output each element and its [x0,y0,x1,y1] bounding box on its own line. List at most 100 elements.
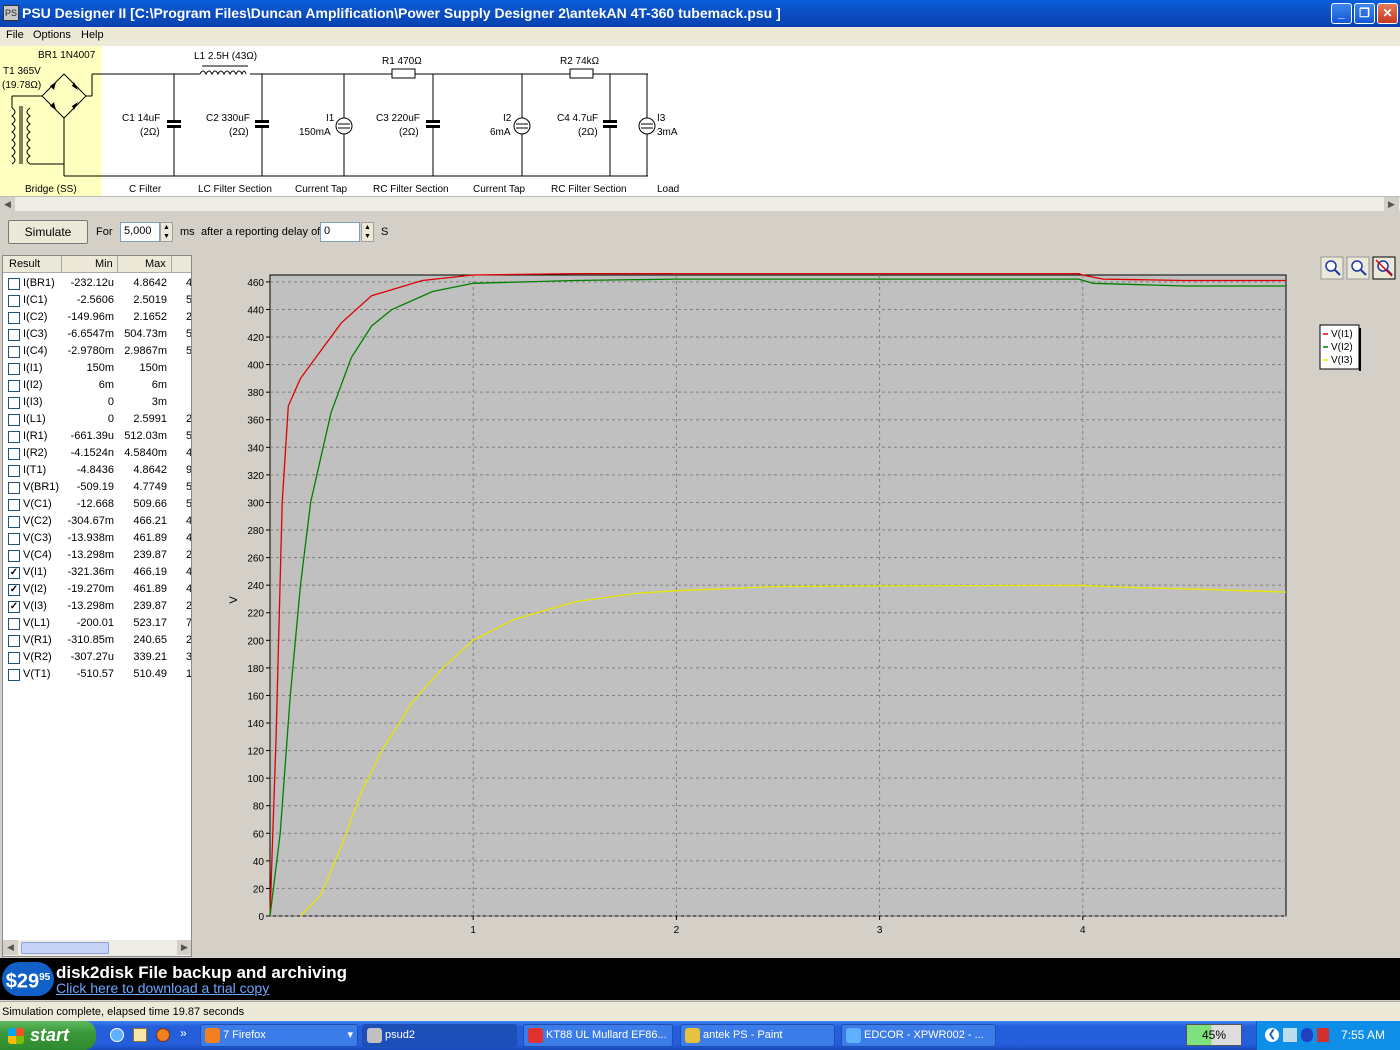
title-bar[interactable]: PS PSU Designer II [C:\Program Files\Dun… [0,0,1400,27]
app-icon[interactable]: PS [3,5,19,21]
outlook-icon[interactable] [133,1028,147,1042]
table-row[interactable]: I(R1) -661.39u 512.03m 512 [3,428,191,445]
column-max[interactable]: Max [145,258,166,270]
table-row[interactable]: I(C4) -2.9780m 2.9867m 5.9 [3,343,191,360]
zoom-out-icon[interactable] [1351,260,1363,272]
row-checkbox[interactable] [8,652,20,664]
task-firefox[interactable]: 7 Firefox ▾ [200,1024,358,1047]
voltage-chart[interactable]: 0 20 40 60 80 100 120 140 160 180 200 220 240 260 280 3… [195,255,1400,957]
row-checkbox[interactable] [8,533,20,545]
scroll-right-icon[interactable]: ▶ [177,940,191,955]
scroll-left-icon[interactable]: ◀ [0,197,15,212]
delay-spinner[interactable]: ▲ ▼ [361,222,374,242]
battery-meter[interactable]: 45% [1186,1024,1242,1046]
task-psud2[interactable]: psud2 [362,1024,517,1047]
bluetooth-icon[interactable] [1301,1028,1313,1042]
network-icon[interactable] [1283,1028,1297,1042]
plot-background[interactable] [269,274,1287,917]
table-row[interactable]: V(BR1) -509.19 4.7749 5 [3,479,191,496]
tray-app-icon[interactable] [1317,1028,1329,1042]
table-row[interactable]: V(C4) -13.298m 239.87 2 [3,547,191,564]
row-checkbox[interactable] [8,431,20,443]
table-row[interactable]: I(I2) 6m 6m [3,377,191,394]
row-checkbox[interactable] [8,380,20,392]
column-result[interactable]: Result [9,258,40,270]
scroll-right-icon[interactable]: ▶ [1384,197,1399,212]
table-row[interactable]: I(R2) -4.1524n 4.5840m 4.5 [3,445,191,462]
plot-panel[interactable]: 0 20 40 60 80 100 120 140 160 180 200 220 240 260 280 3… [195,255,1400,957]
c4-label: C4 4.7uF [557,113,599,124]
table-row[interactable]: I(I3) 0 3m [3,394,191,411]
row-checkbox[interactable] [8,295,20,307]
column-min[interactable]: Min [95,258,113,270]
table-row[interactable]: ✓ V(I2) -19.270m 461.89 4 [3,581,191,598]
legend-entry[interactable]: V(I1) [1331,329,1353,340]
table-row[interactable]: I(L1) 0 2.5991 2 [3,411,191,428]
ie-icon[interactable] [110,1028,124,1042]
row-checkbox[interactable] [8,346,20,358]
download-link[interactable]: Click here to download a trial copy [56,980,269,996]
legend-entry[interactable]: V(I3) [1331,355,1353,366]
results-scrollbar[interactable]: ◀ ▶ [3,940,191,956]
row-checkbox[interactable] [8,312,20,324]
duration-input[interactable]: 5,000 [120,222,160,242]
schematic-scrollbar[interactable]: ◀ ▶ [0,196,1400,212]
table-row[interactable]: I(T1) -4.8436 4.8642 9 [3,462,191,479]
table-row[interactable]: V(R2) -307.27u 339.21 3 [3,649,191,666]
menu-file[interactable]: File [6,29,24,41]
delay-input[interactable]: 0 [320,222,360,242]
schematic-panel[interactable]: BR1 1N4007 T1 365V (19.78Ω) L1 2.5H (43Ω… [0,46,1400,196]
table-row[interactable]: I(C1) -2.5606 2.5019 5 [3,292,191,309]
table-row[interactable]: ✓ V(I3) -13.298m 239.87 2 [3,598,191,615]
row-checkbox[interactable] [8,669,20,681]
row-checkbox[interactable] [8,363,20,375]
row-checkbox[interactable] [8,397,20,409]
table-row[interactable]: I(C3) -6.6547m 504.73m 51 [3,326,191,343]
task-paint[interactable]: antek PS - Paint [680,1024,835,1047]
row-checkbox[interactable]: ✓ [8,601,20,613]
task-pdf[interactable]: KT88 UL Mullard EF86... [523,1024,673,1047]
table-row[interactable]: V(C1) -12.668 509.66 5 [3,496,191,513]
start-button[interactable]: start [0,1021,96,1050]
table-row[interactable]: I(C2) -149.96m 2.1652 2 [3,309,191,326]
firefox-icon[interactable] [156,1028,170,1042]
ad-banner[interactable]: $2995 disk2disk File backup and archivin… [0,958,1400,1000]
row-checkbox[interactable] [8,448,20,460]
row-checkbox[interactable] [8,278,20,290]
quicklaunch-more-icon[interactable]: » [180,1026,187,1040]
table-row[interactable]: I(BR1) -232.12u 4.8642 4 [3,275,191,292]
duration-spinner[interactable]: ▲ ▼ [160,222,173,242]
row-checkbox[interactable] [8,550,20,562]
task-label: EDCOR - XPWR002 - ... [864,1029,984,1041]
table-row[interactable]: V(R1) -310.85m 240.65 2 [3,632,191,649]
menu-help[interactable]: Help [81,29,104,41]
tray-expand-icon[interactable]: ❮ [1265,1028,1279,1042]
scroll-left-icon[interactable]: ◀ [3,940,18,955]
results-table[interactable]: Result Min Max I(BR1) -232.12u 4.8642 4 I(C1… [2,255,192,957]
table-row[interactable]: V(C3) -13.938m 461.89 4 [3,530,191,547]
row-checkbox[interactable] [8,635,20,647]
row-checkbox[interactable] [8,499,20,511]
legend-entry[interactable]: V(I2) [1331,342,1353,353]
row-checkbox[interactable] [8,465,20,477]
row-checkbox[interactable] [8,482,20,494]
restore-button[interactable]: ❐ [1354,3,1375,24]
row-checkbox[interactable] [8,516,20,528]
table-row[interactable]: V(T1) -510.57 510.49 1.0 [3,666,191,683]
row-checkbox[interactable] [8,414,20,426]
menu-options[interactable]: Options [33,29,71,41]
table-row[interactable]: V(L1) -200.01 523.17 7 [3,615,191,632]
row-checkbox[interactable]: ✓ [8,584,20,596]
row-checkbox[interactable] [8,618,20,630]
table-row[interactable]: ✓ V(I1) -321.36m 466.19 4 [3,564,191,581]
scroll-thumb[interactable] [21,942,109,954]
simulate-button[interactable]: Simulate [8,220,88,244]
minimize-button[interactable]: _ [1331,3,1352,24]
row-checkbox[interactable] [8,329,20,341]
table-row[interactable]: I(I1) 150m 150m [3,360,191,377]
table-row[interactable]: V(C2) -304.67m 466.21 4 [3,513,191,530]
row-checkbox[interactable]: ✓ [8,567,20,579]
close-button[interactable]: ✕ [1377,3,1398,24]
zoom-in-icon[interactable] [1325,260,1337,272]
task-edcor[interactable]: EDCOR - XPWR002 - ... [841,1024,996,1047]
